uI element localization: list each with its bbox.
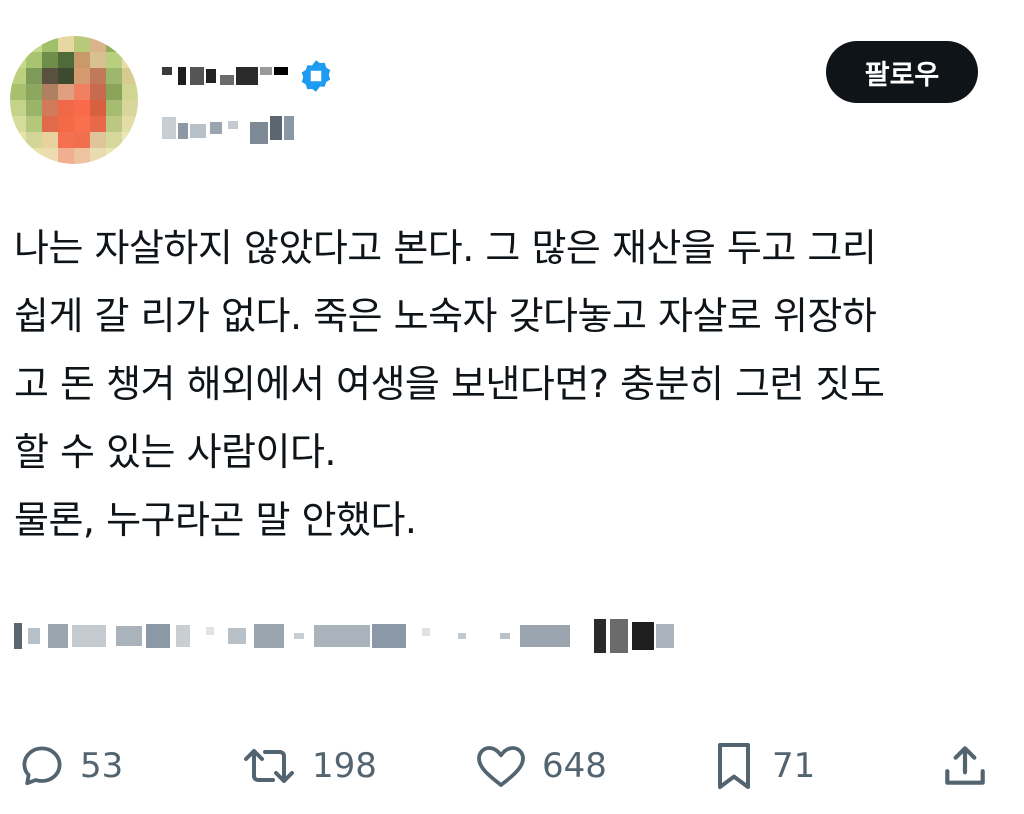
follow-button[interactable]: 팔로우	[826, 41, 978, 103]
author-name-row	[162, 58, 334, 94]
like-button[interactable]: 648	[474, 736, 607, 796]
like-count: 648	[542, 746, 607, 786]
tweet-card: 팔로우 나는 자살하지 않았다고 본다. 그 많은 재산을 두고 그리 쉽게 갈…	[0, 0, 1024, 814]
reply-count: 53	[80, 746, 124, 786]
reply-button[interactable]: 53	[18, 736, 123, 796]
bookmark-count: 71	[772, 746, 816, 786]
tweet-text-line: 고 돈 챙겨 해외에서 여생을 보낸다면? 충분히 그런 짓도	[14, 362, 885, 406]
verified-badge-icon	[301, 60, 331, 92]
repost-button[interactable]: 198	[240, 736, 377, 796]
tweet-text-line: 나는 자살하지 않았다고 본다. 그 많은 재산을 두고 그리	[14, 226, 877, 270]
timestamp-blurred[interactable]	[14, 618, 674, 654]
repost-count: 198	[312, 746, 377, 786]
tweet-text-line: 할 수 있는 사람이다.	[14, 430, 337, 474]
author-handle-blurred[interactable]	[162, 112, 294, 144]
action-bar: 53 198 648 71	[0, 736, 1024, 796]
author-name-blurred[interactable]	[162, 67, 288, 85]
tweet-text: 나는 자살하지 않았다고 본다. 그 많은 재산을 두고 그리 쉽게 갈 리가 …	[14, 214, 1004, 554]
bookmark-icon	[718, 743, 750, 789]
avatar[interactable]	[10, 36, 138, 164]
share-icon	[945, 746, 985, 785]
repost-icon	[244, 749, 294, 783]
tweet-text-line: 물론, 누구라곤 말 안했다.	[14, 498, 417, 542]
heart-icon	[477, 746, 525, 787]
reply-icon	[22, 746, 62, 786]
tweet-text-line: 쉽게 갈 리가 없다. 죽은 노숙자 갖다놓고 자살로 위장하	[14, 294, 877, 338]
bookmark-button[interactable]: 71	[710, 736, 815, 796]
share-button[interactable]	[940, 736, 990, 796]
